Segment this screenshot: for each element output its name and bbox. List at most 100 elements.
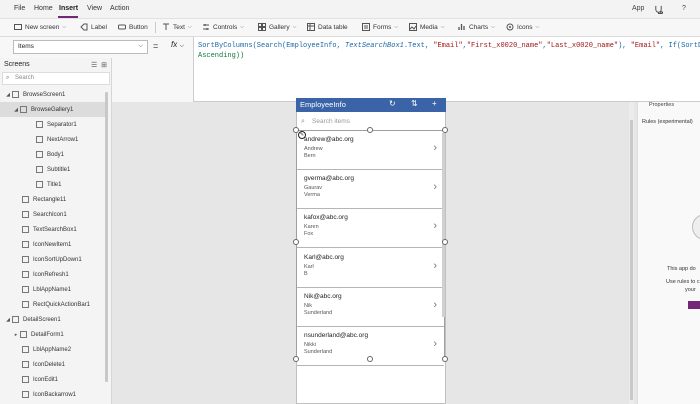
tree-node[interactable]: SearchIcon1 (0, 207, 108, 222)
tree-node-label: IconBackarrow1 (33, 391, 77, 398)
tree-node[interactable]: IconEdit1 (0, 372, 108, 387)
control-icon (22, 211, 29, 218)
edit-template-icon[interactable]: ✎ (298, 131, 306, 139)
canvas-scrollbar[interactable] (629, 102, 634, 404)
stethoscope-icon[interactable] (654, 5, 663, 16)
tree-node-label: IconEdit1 (33, 376, 59, 383)
list-view-icon[interactable]: ☰ (91, 62, 97, 69)
data-table-button[interactable]: Data table (307, 23, 348, 31)
tree-search-input[interactable]: ⌕ Search (2, 72, 110, 85)
tree-node[interactable]: LblAppName1 (0, 282, 108, 297)
resize-handle[interactable] (293, 127, 299, 133)
control-icon (22, 376, 29, 383)
menu-file[interactable]: File (14, 5, 25, 12)
expand-arrow-icon[interactable]: ◢ (12, 107, 20, 113)
controls-label: Controls (213, 23, 238, 31)
resize-handle[interactable] (293, 239, 299, 245)
expand-arrow-icon[interactable]: ▸ (12, 332, 20, 338)
tree-node[interactable]: IconDelete1 (0, 357, 108, 372)
resize-handle[interactable] (442, 356, 448, 362)
tree-node[interactable]: LblAppName2 (0, 342, 108, 357)
icons-menu[interactable]: Icons ⌵ (506, 23, 539, 31)
tree-node[interactable]: IconSortUpDown1 (0, 252, 108, 267)
tree-node[interactable]: RectQuickActionBar1 (0, 297, 108, 312)
resize-handle[interactable] (442, 239, 448, 245)
gallery-scrollbar[interactable] (442, 133, 445, 317)
formula-editor[interactable]: SortByColumns(Search(EmployeeInfo, TextS… (193, 37, 700, 102)
chevron-down-icon: ⌵ (62, 24, 67, 30)
add-icon[interactable]: + (432, 99, 437, 108)
gallery-item[interactable]: andrew@abc.org Andrew Bern › (297, 131, 444, 170)
formula-token: SortByColumns(Search(EmployeeInfo, (198, 42, 346, 50)
menu-view[interactable]: View (87, 5, 102, 12)
resize-handle[interactable] (442, 127, 448, 133)
expand-arrow-icon[interactable]: ◢ (4, 92, 12, 98)
gallery-item[interactable]: kafox@abc.org Karen Fox › (297, 209, 444, 249)
new-screen-button[interactable]: New screen ⌵ (14, 23, 66, 31)
help-icon[interactable]: ? (682, 5, 686, 12)
tree-node[interactable]: Title1 (0, 177, 108, 192)
tree-node[interactable]: ◢ BrowseGallery1 (0, 102, 108, 117)
tree-scrollbar[interactable] (105, 92, 108, 382)
sort-up-down-icon[interactable]: ⇅ (411, 99, 418, 108)
refresh-icon[interactable]: ↻ (389, 99, 396, 108)
control-icon (36, 166, 43, 173)
formula-token: TextSearchBox1 (345, 42, 404, 50)
tree-node[interactable]: Rectangle11 (0, 192, 108, 207)
tree-node[interactable]: Separator1 (0, 117, 108, 132)
grid-view-icon[interactable]: ⊞ (101, 62, 107, 69)
scrollbar-thumb[interactable] (630, 120, 633, 400)
item-body: Fox (304, 231, 314, 238)
chevron-right-icon[interactable]: › (433, 260, 437, 272)
label-button[interactable]: Label (80, 23, 107, 31)
tree-node-label: BrowseScreen1 (23, 91, 66, 98)
tree-node-label: SearchIcon1 (33, 211, 67, 218)
tree-node[interactable]: ▸ DetailForm1 (0, 327, 108, 342)
chevron-right-icon[interactable]: › (433, 338, 437, 350)
menu-home[interactable]: Home (34, 5, 53, 12)
tree-node[interactable]: ◢ DetailScreen1 (0, 312, 108, 327)
property-dropdown[interactable]: Items ⌵ (13, 40, 148, 54)
tree-node[interactable]: Subtitle1 (0, 162, 108, 177)
menu-insert[interactable]: Insert (59, 5, 78, 12)
media-menu[interactable]: Media ⌵ (409, 23, 445, 31)
app-header-bar: EmployeeInfo ↻ ⇅ + (296, 98, 446, 112)
chevron-right-icon[interactable]: › (433, 299, 437, 311)
app-menu[interactable]: App (632, 5, 644, 12)
new-rule-button[interactable] (688, 301, 700, 309)
chevron-right-icon[interactable]: › (433, 181, 437, 193)
tab-properties[interactable]: Properties (649, 102, 674, 108)
tree-node-label: Rectangle11 (33, 196, 67, 203)
chevron-right-icon[interactable]: › (433, 220, 437, 232)
gallery-item[interactable]: Nik@abc.org Nik Sunderland › (297, 287, 444, 327)
tree-node[interactable]: Body1 (0, 147, 108, 162)
tree-node[interactable]: IconNewItem1 (0, 237, 108, 252)
resize-handle[interactable] (293, 356, 299, 362)
gallery-menu[interactable]: Gallery ⌵ (258, 23, 296, 31)
fx-button[interactable]: fx ⌵ (171, 40, 184, 50)
resize-handle[interactable] (367, 356, 373, 362)
menu-action[interactable]: Action (110, 5, 129, 12)
gallery-item[interactable]: gverma@abc.org Gaurav Verma › (297, 170, 444, 210)
active-tab-indicator (58, 16, 78, 18)
rules-heading[interactable]: Rules (experimental) (642, 119, 693, 125)
expand-arrow-icon[interactable]: ◢ (4, 317, 12, 323)
tree-node[interactable]: TextSearchBox1 (0, 222, 108, 237)
forms-menu[interactable]: Forms ⌵ (362, 23, 398, 31)
search-icon: ⌕ (6, 75, 10, 81)
controls-menu[interactable]: Controls ⌵ (202, 23, 244, 31)
tree-node[interactable]: IconBackarrow1 (0, 387, 108, 402)
tree-node[interactable]: NextArrow1 (0, 132, 108, 147)
browse-gallery[interactable]: andrew@abc.org Andrew Bern › gverma@abc.org G… (296, 130, 445, 366)
text-menu[interactable]: Text ⌵ (162, 23, 192, 31)
tree-node-label: DetailScreen1 (23, 316, 61, 323)
tree-node[interactable]: ◢ BrowseScreen1 (0, 87, 108, 102)
gallery-item[interactable]: Karl@abc.org Karl B › (297, 248, 444, 288)
charts-menu[interactable]: Charts ⌵ (458, 23, 495, 31)
chevron-right-icon[interactable]: › (433, 142, 437, 154)
formula-token: ), (618, 42, 631, 50)
control-icon (36, 136, 43, 143)
resize-handle[interactable] (367, 127, 373, 133)
button-button[interactable]: Button (118, 23, 148, 31)
tree-node[interactable]: IconRefresh1 (0, 267, 108, 282)
